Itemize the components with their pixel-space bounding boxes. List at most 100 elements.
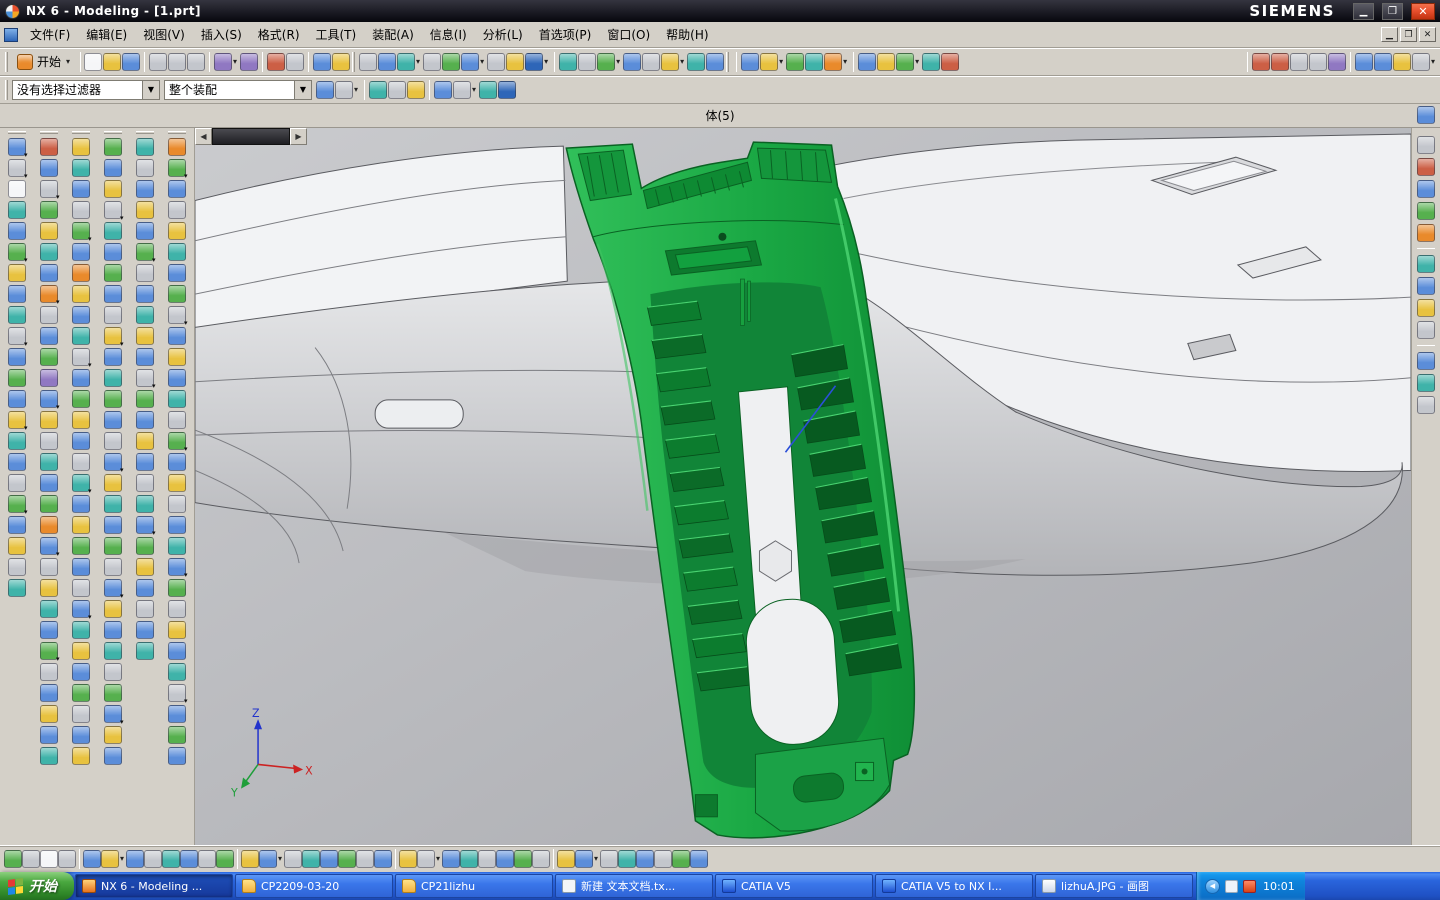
analysis-palette-icon-7[interactable] [135, 264, 154, 282]
resource-bar-icon-12[interactable] [1417, 396, 1435, 414]
status-tool-icon-15[interactable] [284, 850, 303, 868]
edit-palette-icon-1[interactable] [103, 138, 122, 156]
direct-sketch-18-dropdown[interactable]: ▾ [24, 509, 28, 516]
feature-tool-icon-1[interactable] [741, 52, 760, 71]
taskbar-button-folder-1[interactable]: CP2209-03-20 [235, 874, 393, 898]
edit-palette-icon-28[interactable] [103, 705, 122, 723]
edit-palette-icon-20[interactable] [103, 537, 122, 555]
menu-insert[interactable]: 插入(S) [193, 23, 250, 46]
analysis-palette-icon-15[interactable] [135, 432, 154, 450]
feature-tool-icon-5[interactable] [824, 52, 843, 71]
surface-palette-icon-24[interactable] [71, 621, 90, 639]
feature-palette-8-dropdown[interactable]: ▾ [56, 299, 60, 306]
feature-palette-icon-7[interactable] [39, 264, 58, 282]
toolbar-grip[interactable] [352, 51, 356, 72]
utility-palette-icon-3[interactable] [167, 180, 186, 198]
snap-point-icon-1[interactable] [316, 80, 334, 99]
surface-palette-icon-12[interactable] [71, 369, 90, 387]
edit-palette-icon-26[interactable] [103, 663, 122, 681]
status-tool-icon-11[interactable] [198, 850, 217, 868]
playback-tool-icon-3[interactable] [1289, 52, 1308, 71]
edit-palette-icon-13[interactable] [103, 390, 122, 408]
feature-palette-icon-25[interactable] [39, 642, 58, 660]
surface-palette-5-dropdown[interactable]: ▾ [88, 236, 92, 243]
analysis-palette-icon-5[interactable] [135, 222, 154, 240]
feature-palette-icon-29[interactable] [39, 726, 58, 744]
menu-view[interactable]: 视图(V) [135, 23, 193, 46]
toolbar-grip[interactable] [5, 51, 8, 72]
direct-sketch-icon-10[interactable] [7, 327, 26, 345]
edit-palette-icon-9[interactable] [103, 306, 122, 324]
edit-palette-icon-14[interactable] [103, 411, 122, 429]
playback-tool-icon-8[interactable] [1392, 52, 1411, 71]
utility-palette-icon-25[interactable] [167, 642, 186, 660]
status-tool-icon-36[interactable] [690, 850, 709, 868]
edit-palette-icon-30[interactable] [103, 747, 122, 765]
surface-palette-icon-18[interactable] [71, 495, 90, 513]
utility-palette-icon-24[interactable] [167, 621, 186, 639]
feature-tool-5-dropdown[interactable]: ▾ [843, 57, 847, 66]
edit-palette-icon-2[interactable] [103, 159, 122, 177]
utility-palette-21-dropdown[interactable]: ▾ [184, 572, 188, 579]
analysis-palette-19-dropdown[interactable]: ▾ [152, 530, 156, 537]
status-tool-icon-8[interactable] [144, 850, 163, 868]
surface-palette-icon-9[interactable] [71, 306, 90, 324]
edit-palette-10-dropdown[interactable]: ▾ [120, 341, 124, 348]
status-tool-icon-26[interactable] [496, 850, 515, 868]
scrollbar-thumb[interactable] [212, 128, 290, 145]
status-tool-icon-18[interactable] [338, 850, 357, 868]
resource-bar-icon-7[interactable] [1417, 277, 1435, 295]
utility-palette-icon-29[interactable] [167, 726, 186, 744]
standard-tool-icon-12[interactable] [332, 52, 351, 71]
view-tool-icon-6[interactable] [461, 52, 480, 71]
taskbar-button-paint[interactable]: lizhuA.JPG - 画图 [1035, 874, 1193, 898]
utility-palette-icon-18[interactable] [167, 495, 186, 513]
status-tool-icon-6[interactable] [101, 850, 119, 868]
analysis-palette-icon-1[interactable] [135, 138, 154, 156]
resource-bar-icon-8[interactable] [1417, 299, 1435, 317]
view-tool-icon-17[interactable] [706, 52, 725, 71]
menu-help[interactable]: 帮助(H) [658, 23, 716, 46]
surface-palette-icon-15[interactable] [71, 432, 90, 450]
palette-grip[interactable] [135, 131, 154, 134]
menu-information[interactable]: 信息(I) [422, 23, 475, 46]
resource-bar-icon-11[interactable] [1417, 374, 1435, 392]
status-tool-icon-30[interactable] [575, 850, 594, 868]
direct-sketch-icon-6[interactable] [7, 243, 26, 261]
feature-palette-icon-17[interactable] [39, 474, 58, 492]
palette-grip[interactable] [7, 131, 26, 134]
status-tool-icon-24[interactable] [460, 850, 479, 868]
feature-palette-icon-9[interactable] [39, 306, 58, 324]
view-tool-icon-12[interactable] [597, 52, 616, 71]
utility-palette-icon-12[interactable] [167, 369, 186, 387]
snap-point-7-dropdown[interactable]: ▾ [472, 85, 476, 94]
standard-tool-7-dropdown[interactable]: ▾ [233, 57, 237, 66]
feature-palette-icon-15[interactable] [39, 432, 58, 450]
direct-sketch-icon-7[interactable] [7, 264, 26, 282]
utility-palette-icon-9[interactable] [167, 306, 186, 324]
edit-palette-icon-23[interactable] [103, 600, 122, 618]
direct-sketch-10-dropdown[interactable]: ▾ [24, 341, 28, 348]
utility-palette-icon-7[interactable] [167, 264, 186, 282]
type-filter-dropdown[interactable]: ▼ [142, 80, 159, 99]
status-tool-icon-9[interactable] [162, 850, 181, 868]
surface-palette-icon-3[interactable] [71, 180, 90, 198]
start-button[interactable]: 开始 [0, 872, 74, 900]
menu-file[interactable]: 文件(F) [22, 23, 78, 46]
analysis-palette-icon-23[interactable] [135, 600, 154, 618]
feature-tool-8-dropdown[interactable]: ▾ [915, 57, 919, 66]
surface-palette-icon-22[interactable] [71, 579, 90, 597]
feature-tool-icon-4[interactable] [805, 52, 824, 71]
utility-palette-icon-15[interactable] [167, 432, 186, 450]
status-tool-icon-27[interactable] [514, 850, 533, 868]
snap-point-icon-9[interactable] [498, 80, 517, 99]
direct-sketch-6-dropdown[interactable]: ▾ [24, 257, 28, 264]
view-tool-icon-2[interactable] [378, 52, 397, 71]
view-tool-icon-8[interactable] [506, 52, 525, 71]
status-tool-icon-29[interactable] [557, 850, 576, 868]
menu-format[interactable]: 格式(R) [250, 23, 308, 46]
analysis-palette-icon-18[interactable] [135, 495, 154, 513]
palette-grip[interactable] [103, 131, 122, 134]
feature-palette-icon-24[interactable] [39, 621, 58, 639]
edit-palette-icon-18[interactable] [103, 495, 122, 513]
